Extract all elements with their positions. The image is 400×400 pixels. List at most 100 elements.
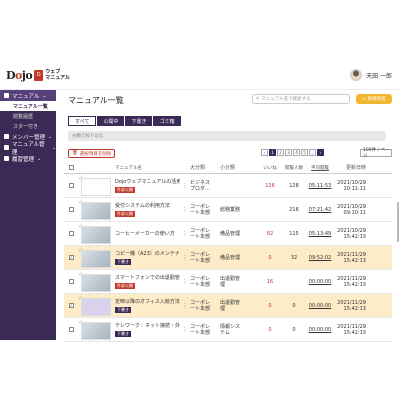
manual-name[interactable]: Dojoウェブマニュアルの活用 [115, 178, 180, 185]
pager-next[interactable]: › [317, 149, 324, 156]
user-menu[interactable]: 天田 一郎 [350, 69, 392, 81]
more-icon[interactable]: ⋮ [180, 303, 190, 309]
more-icon[interactable]: ⋮ [180, 231, 190, 237]
pager-prev[interactable]: ‹ [261, 149, 268, 156]
avg-view-time[interactable]: 05:11:53 [306, 183, 334, 189]
row-checkbox[interactable]: ✓ [68, 255, 74, 260]
tab-draft[interactable]: 下書き [125, 116, 153, 126]
manual-thumbnail[interactable] [81, 297, 111, 316]
category-l1: コーポレ ート本部 [190, 203, 211, 216]
search-placeholder: マニュアル名で検索する [261, 97, 311, 102]
likes-count: 16 [266, 278, 274, 285]
sidebar: マニュアル ⌄ マニュアル一覧 閲覧履歴 スター付き メンバー管理 ⌄ マニュア… [0, 90, 56, 340]
sidebar-sub-manual-list[interactable]: マニュアル一覧 [0, 101, 56, 111]
avatar[interactable] [350, 69, 363, 81]
avg-view-time[interactable]: 00:00:00 [306, 303, 334, 309]
table-row[interactable]: ✓ ☆ 定時以降のオフィス入館方法下書き ⋮ コーポレ ート本部 出退勤管 理 … [64, 294, 392, 318]
logo-badge: D [34, 69, 44, 81]
sidebar-item-label: 履習管理 [12, 156, 35, 163]
pager-page[interactable]: 5 [301, 149, 308, 156]
book-icon [4, 93, 9, 98]
manual-thumbnail[interactable] [81, 321, 111, 340]
row-checkbox[interactable]: ✓ [68, 303, 74, 308]
manual-name[interactable]: 受付システムの利用方法 [115, 202, 180, 209]
manual-name[interactable]: スマートフォンでの出退勤管理 [115, 274, 180, 281]
new-manual-button[interactable]: + 新規作成 [356, 94, 392, 104]
manual-thumbnail[interactable] [81, 225, 111, 244]
manual-thumbnail[interactable] [81, 177, 111, 196]
app-logo[interactable]: Dojo D ウェブ マニュアル [6, 66, 70, 84]
manual-thumbnail[interactable] [81, 249, 111, 268]
category-l2: 総務業務 [220, 206, 241, 213]
table-row[interactable]: ☆ 受付システムの利用方法外部公開 ⋮ コーポレ ート本部 総務業務 216 0… [64, 198, 392, 222]
tab-published[interactable]: 公開中 [97, 116, 125, 126]
table-row[interactable]: ✓ ☆ コピー機（A23）のメンテナ...下書き ⋮ コーポレ ート本部 備品管… [64, 246, 392, 270]
select-all-checkbox[interactable] [68, 165, 74, 170]
avg-view-time[interactable]: 07:21:42 [306, 207, 334, 213]
per-page-value: 100件 / ページ [363, 148, 390, 159]
more-icon[interactable]: ⋮ [180, 183, 190, 189]
sidebar-sub-history[interactable]: 閲覧履歴 [0, 111, 56, 121]
sidebar-item-label: マニュアル管理 [11, 141, 45, 156]
manual-name[interactable]: テレワーク：ネット接続・外... [115, 322, 180, 329]
manual-name[interactable]: コーヒーメーカーの使い方 [115, 230, 180, 237]
col-header-views[interactable]: 閲覧人数 [282, 165, 306, 171]
views-count: 115 [289, 230, 299, 237]
avg-view-time[interactable]: 00:00:00 [306, 279, 334, 285]
table-row[interactable]: ☆ コーヒーメーカーの使い方 ⋮ コーポレ ート本部 備品管理 82 115 0… [64, 222, 392, 246]
per-page-select[interactable]: 100件 / ページ [360, 148, 392, 159]
status-badge: 外部公開 [115, 211, 135, 217]
table-row[interactable]: ☆ テレワーク：ネット接続・外...下書き ⋮ コーポレ ート本部 情報シス テ… [64, 318, 392, 342]
page-title: マニュアル一覧 [68, 96, 124, 105]
sidebar-sub-starred[interactable]: スター付き [0, 121, 56, 131]
manual-name[interactable]: コピー機（A23）のメンテナ... [115, 250, 180, 257]
more-icon[interactable]: ⋮ [180, 327, 190, 333]
row-checkbox[interactable] [68, 183, 74, 188]
category-l2: 備品管理 [220, 230, 241, 237]
col-header-likes[interactable]: いいね [258, 165, 282, 171]
tab-trash[interactable]: ゴミ箱 [153, 116, 181, 126]
row-checkbox[interactable] [68, 279, 74, 284]
pager-page[interactable]: 2 [277, 149, 284, 156]
col-header-name[interactable]: マニュアル名 [112, 165, 180, 171]
manual-name[interactable]: 定時以降のオフィス入館方法 [115, 298, 180, 305]
updated-at: 2021/11/29 15:42:13 [337, 323, 366, 336]
category-filter-input[interactable]: 分類で絞り込む [68, 131, 386, 141]
col-header-l2[interactable]: 小分類 [220, 165, 258, 171]
views-count: 216 [289, 206, 299, 213]
row-checkbox[interactable] [68, 231, 74, 236]
avg-view-time[interactable]: 09:52:02 [306, 255, 334, 261]
more-icon[interactable]: ⋮ [180, 255, 190, 261]
table-row[interactable]: ☆ Dojoウェブマニュアルの活用外部公開 ⋮ ビジネス プロダ... 126 … [64, 174, 392, 198]
col-header-l1[interactable]: 大分類 [190, 165, 220, 171]
category-l1: ビジネス プロダ... [190, 179, 211, 192]
views-count: 128 [289, 182, 299, 189]
pager-page[interactable]: 3 [285, 149, 292, 156]
likes-count: 126 [265, 182, 275, 189]
col-header-date[interactable]: 更新日時 [334, 165, 366, 171]
scrollbar[interactable] [397, 202, 399, 242]
check-icon: ✓ [69, 255, 73, 260]
search-input[interactable]: ⚲ マニュアル名で検索する [252, 94, 350, 104]
row-checkbox[interactable] [68, 327, 74, 332]
updated-at: 2021/11/29 15:42:13 [337, 275, 366, 288]
category-l2: 情報シス テム [220, 323, 241, 336]
pager-page[interactable]: 1 [269, 149, 276, 156]
tab-all[interactable]: すべて [68, 116, 97, 126]
sidebar-item-manual-admin[interactable]: マニュアル管理 ⌄ [0, 141, 56, 156]
status-badge: 下書き [115, 307, 131, 313]
avg-view-time[interactable]: 05:13:49 [306, 231, 334, 237]
avg-view-time[interactable]: 00:00:00 [306, 327, 334, 333]
likes-count: 0 [268, 302, 272, 309]
more-icon[interactable]: ⋮ [180, 207, 190, 213]
row-checkbox[interactable] [68, 207, 74, 212]
likes-count: 82 [266, 230, 274, 237]
more-icon[interactable]: ⋮ [180, 279, 190, 285]
table-row[interactable]: ☆ スマートフォンでの出退勤管理外部公開 ⋮ コーポレ ート本部 出退勤管 理 … [64, 270, 392, 294]
pager-page[interactable]: 4 [293, 149, 300, 156]
sidebar-item-manual[interactable]: マニュアル ⌄ [0, 90, 56, 101]
category-l1: コーポレ ート本部 [190, 323, 211, 336]
manual-thumbnail[interactable] [81, 273, 111, 292]
col-header-avg[interactable]: 平均閲覧 [306, 165, 334, 171]
manual-thumbnail[interactable] [81, 201, 111, 220]
